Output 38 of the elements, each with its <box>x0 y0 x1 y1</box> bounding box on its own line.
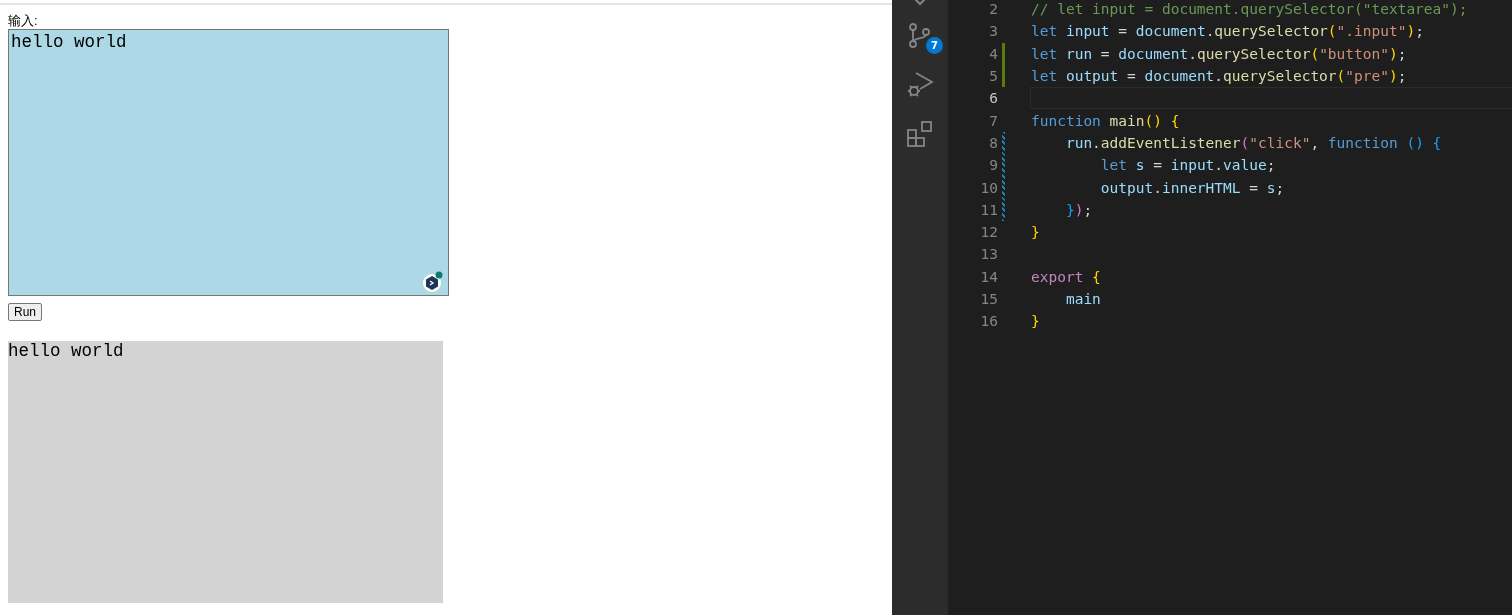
line-number: 13 <box>979 246 998 263</box>
code-line: output.innerHTML = s; <box>1099 179 1286 196</box>
notification-badge: 7 <box>926 37 943 54</box>
line-number: 15 <box>979 291 998 307</box>
source-control-icon[interactable] <box>907 22 933 48</box>
run-debug-icon[interactable] <box>906 70 934 98</box>
line-number: 16 <box>979 313 998 330</box>
line-number: 2 <box>988 1 998 18</box>
code-line: let output = document.querySelector("pre"); <box>1031 68 1408 85</box>
code-line: function main() { <box>1031 112 1181 129</box>
code-line: } <box>1031 313 1041 330</box>
line-number: 11 <box>979 201 998 218</box>
line-number: 6 <box>988 90 998 107</box>
line-number: 3 <box>988 23 998 40</box>
line-number: 4 <box>988 45 998 62</box>
code-line: let input = document.querySelector(".input"); <box>1031 23 1425 40</box>
line-number: 10 <box>979 179 998 196</box>
code-line: let run = document.querySelector("button"); <box>1031 45 1408 62</box>
line-number: 8 <box>988 134 998 151</box>
code-line: main <box>1064 291 1102 307</box>
code-line: } <box>1031 224 1041 241</box>
code-line: export { <box>1031 268 1102 285</box>
line-number: 7 <box>988 112 998 129</box>
output-block: hello world <box>8 341 443 603</box>
line-number: 14 <box>979 268 998 285</box>
line-number: 12 <box>979 224 998 241</box>
code-line: let s = input.value; <box>1099 157 1277 174</box>
run-button[interactable]: Run <box>8 303 42 321</box>
chevron-icon[interactable] <box>912 0 928 6</box>
extension-icon[interactable] <box>422 271 444 293</box>
code-line: // let input = document.querySelector("textarea"); <box>1031 1 1469 18</box>
extensions-icon[interactable] <box>906 120 934 148</box>
line-number: 5 <box>988 68 998 85</box>
input-textarea[interactable]: hello world <box>8 29 449 296</box>
code-line: }); <box>1064 201 1094 218</box>
input-label: 输入: <box>8 13 38 29</box>
code-line: run.addEventListener("click", function () { <box>1064 134 1443 151</box>
line-number: 9 <box>988 157 998 174</box>
